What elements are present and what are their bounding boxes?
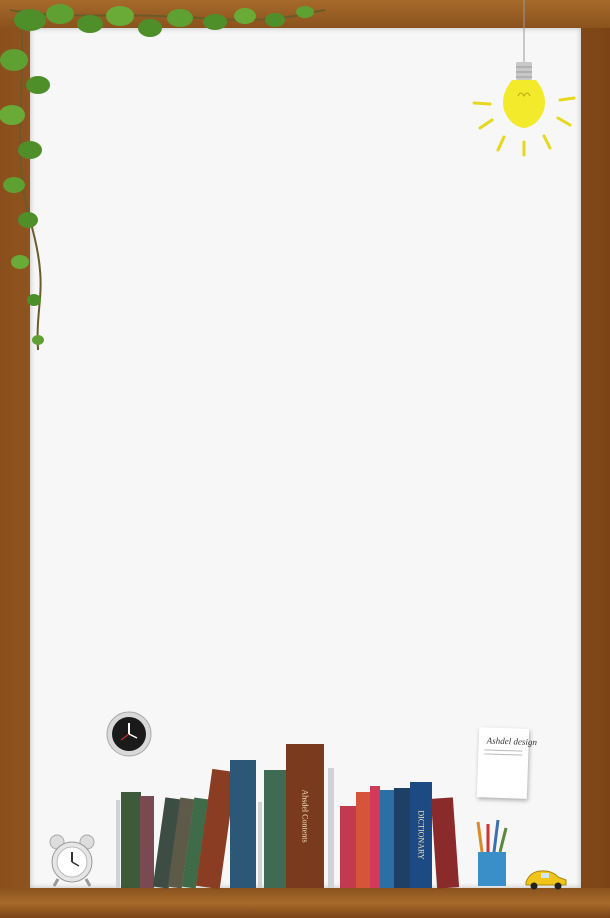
- book: [340, 806, 356, 888]
- book: [264, 770, 286, 888]
- book: Ahsdel Contents: [286, 744, 324, 888]
- book: DICTIONARY: [410, 782, 432, 888]
- note-text: Ashdel design: [486, 735, 538, 748]
- frame-bottom-edge: [0, 888, 610, 918]
- bookend: [328, 768, 334, 888]
- book: [140, 796, 154, 888]
- bookshelf-left: Ahsdel Contents: [116, 740, 338, 890]
- book: [356, 792, 370, 888]
- toy-car-icon: [525, 870, 567, 890]
- bookend: [258, 802, 262, 888]
- book-spine-text: DICTIONARY: [416, 810, 426, 860]
- bookshelf-right: DICTIONARY: [340, 780, 466, 889]
- book: [380, 790, 394, 888]
- light-bulb-icon: [472, 0, 576, 157]
- book: [430, 797, 460, 889]
- book: [394, 788, 410, 888]
- book: [121, 792, 141, 888]
- book-spine-text: Ahsdel Contents: [300, 789, 310, 843]
- alarm-clock-icon: [49, 834, 95, 887]
- book: [230, 760, 256, 888]
- bookend: [116, 800, 120, 888]
- pencil-cup-icon: [476, 819, 508, 886]
- ivy-vine-decoration: [0, 4, 326, 351]
- book: [370, 786, 380, 888]
- sticky-note: Ashdel design: [476, 727, 537, 799]
